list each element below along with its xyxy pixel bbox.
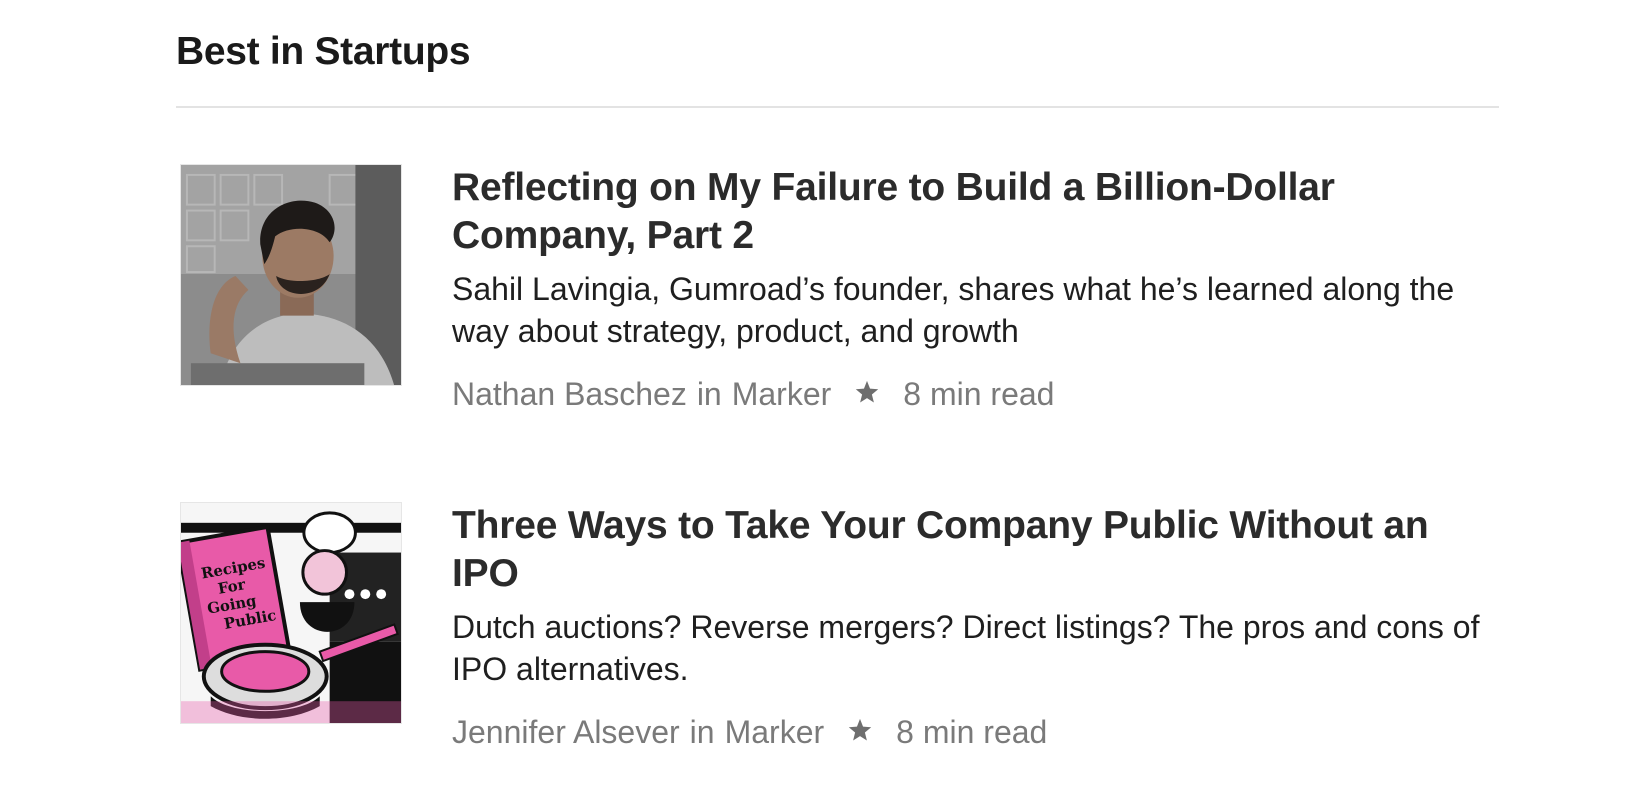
star-icon <box>846 716 874 744</box>
section-title: Best in Startups <box>176 30 471 73</box>
article-title-link[interactable]: Three Ways to Take Your Company Public W… <box>452 502 1502 598</box>
publication-link[interactable]: Marker <box>725 712 825 752</box>
recipes-illustration-image: Recipes For Going Public <box>181 503 401 723</box>
article-meta: Jennifer Alsever in Marker 8 min read <box>452 712 1502 752</box>
author-link[interactable]: Nathan Baschez <box>452 374 687 414</box>
article-title-link[interactable]: Reflecting on My Failure to Build a Bill… <box>452 164 1502 260</box>
in-label: in <box>696 376 722 412</box>
article-meta: Nathan Baschez in Marker 8 min read <box>452 374 1502 414</box>
section-divider <box>176 106 1499 108</box>
portrait-photo-image <box>181 165 401 385</box>
article-body: Reflecting on My Failure to Build a Bill… <box>452 164 1502 414</box>
article-thumbnail-photo[interactable] <box>180 164 402 386</box>
article-thumbnail-illustration[interactable]: Recipes For Going Public <box>180 502 402 724</box>
publication-link[interactable]: Marker <box>732 374 832 414</box>
in-label: in <box>689 714 715 750</box>
author-link[interactable]: Jennifer Alsever <box>452 712 680 752</box>
read-time: 8 min read <box>896 714 1048 750</box>
star-icon <box>853 378 881 406</box>
article-body: Three Ways to Take Your Company Public W… <box>452 502 1502 752</box>
article-subtitle: Sahil Lavingia, Gumroad’s founder, share… <box>452 271 1455 349</box>
article-subtitle: Dutch auctions? Reverse mergers? Direct … <box>452 609 1480 687</box>
read-time: 8 min read <box>903 376 1055 412</box>
